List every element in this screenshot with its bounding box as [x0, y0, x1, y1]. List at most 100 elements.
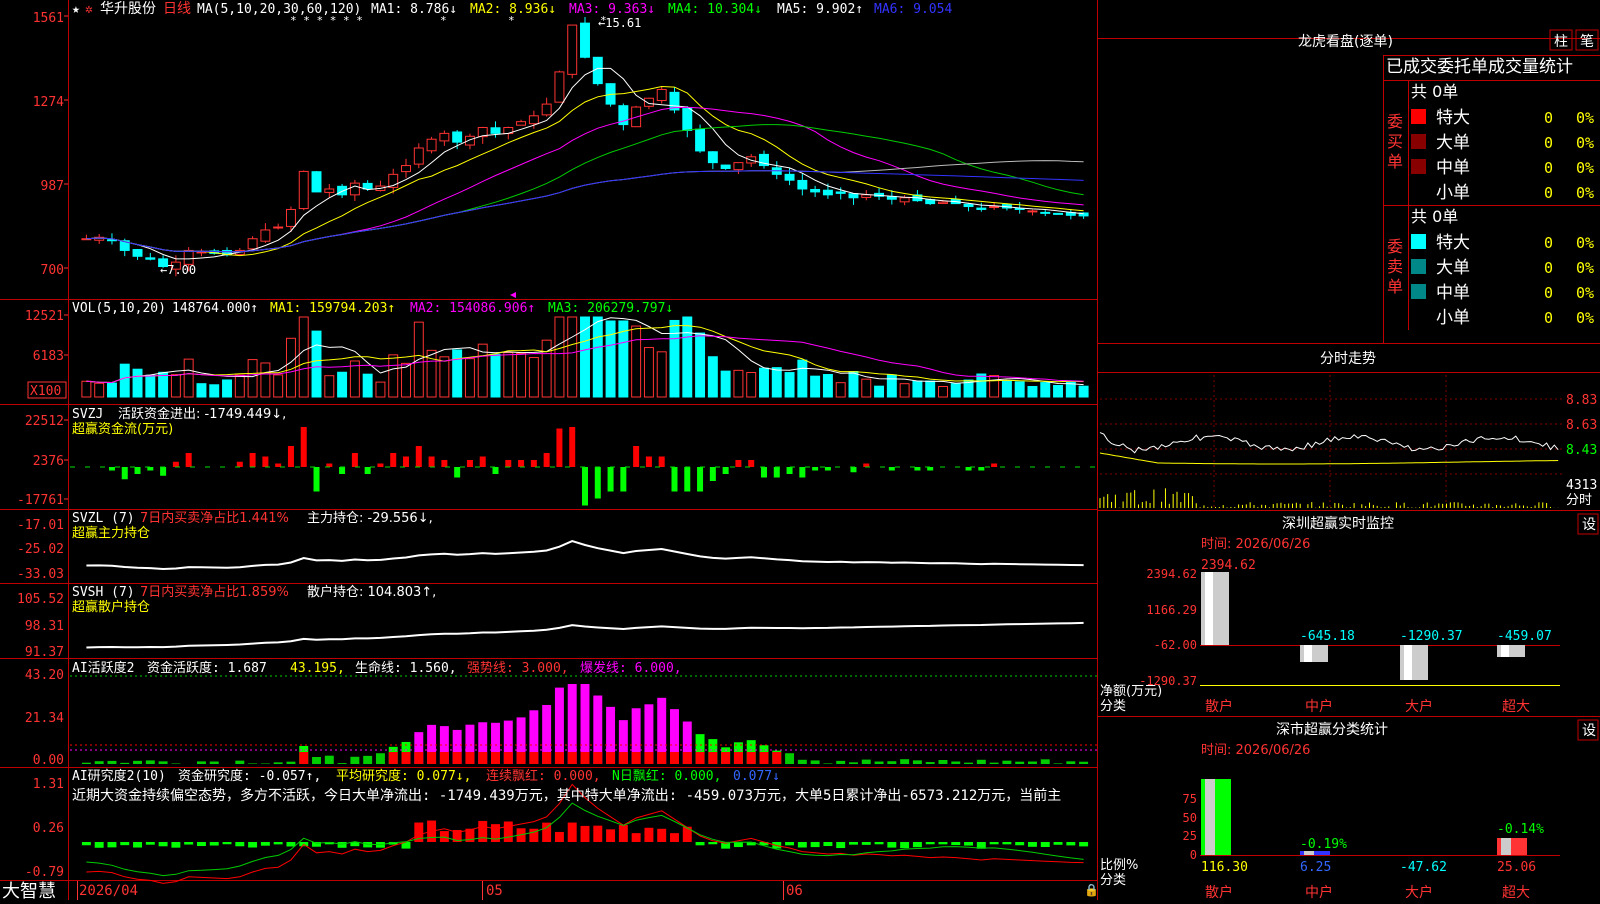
bar-mode-label: 柱 — [1554, 34, 1568, 50]
intraday-grid — [1100, 375, 1564, 508]
svzj-bar — [608, 467, 614, 492]
candle-body — [325, 189, 334, 192]
svzj-bar — [160, 467, 166, 476]
candle-body — [708, 152, 717, 163]
svzj-bar — [582, 467, 588, 506]
ai1-axis-label: 0.00 — [33, 753, 64, 768]
ratio-value-label: 116.30 — [1201, 860, 1248, 875]
svzj-bar — [684, 467, 690, 492]
vol-value: 148764.000↑ — [172, 301, 258, 316]
ai-activity-base — [619, 752, 628, 764]
ai1-header: AI活跃度2 资金活跃度: 1.687 43.195, 生命线: 1.560, … — [72, 660, 682, 676]
candle-body — [696, 129, 705, 151]
volume-bar — [581, 317, 590, 397]
ai-research-bar — [82, 842, 91, 845]
vol-axis-label: 12521 — [25, 309, 64, 324]
net-value-label: -459.07 — [1497, 629, 1552, 644]
ai1-label: AI活跃度2 — [72, 660, 134, 676]
svg-text:卖: 卖 — [1387, 257, 1403, 276]
volume-bar — [529, 358, 538, 397]
order-row-count: 0 — [1544, 284, 1553, 302]
ai-activity-bar — [95, 761, 104, 764]
ai-activity-base — [760, 752, 769, 764]
volume-bars — [82, 317, 1088, 397]
ai-research-bar — [644, 828, 653, 842]
svzj-bar — [659, 457, 665, 468]
volume-bar — [1015, 382, 1024, 397]
candle-body — [363, 183, 372, 189]
net-value-label: -1290.37 — [1400, 629, 1463, 644]
candle-body — [939, 202, 948, 203]
ai-activity-bar — [171, 763, 180, 764]
volume-bar — [849, 372, 858, 397]
ai-activity-bar — [350, 757, 359, 764]
ma3-value: MA3: 9.363↓ — [569, 2, 655, 17]
stats-tabs[interactable]: 已成交委托单成交量统计 — [1386, 57, 1573, 77]
order-row-count: 0 — [1544, 109, 1553, 127]
pin-icon[interactable]: ✲ — [85, 2, 93, 17]
lock-icon[interactable]: 🔒 — [1084, 883, 1099, 897]
ai-activity-bar — [325, 756, 334, 764]
svzj-bar — [301, 427, 307, 467]
svzj-bar — [352, 453, 358, 467]
net-axis-label: 1166.29 — [1146, 603, 1197, 617]
svsh-subtitle: 超赢散户持仓 — [72, 599, 150, 615]
order-row-label: 特大 — [1436, 233, 1470, 253]
intraday-axis-label: 4313 — [1566, 478, 1597, 493]
intraday-chart — [1100, 433, 1558, 508]
volume-bar — [977, 374, 986, 397]
volume-bar — [568, 317, 577, 397]
vol-ma1: MA1: 159794.203↑ — [270, 301, 395, 316]
ai-activity-bar — [1041, 759, 1050, 764]
ratio-axis-label: 50 — [1183, 811, 1197, 825]
net-axis-label: -62.00 — [1154, 638, 1197, 652]
sell-group-label: 委 卖 单 — [1387, 237, 1403, 296]
volume-bar — [644, 348, 653, 397]
ai-activity-base — [721, 752, 730, 764]
order-row-label: 特大 — [1436, 108, 1470, 128]
category-label: 中户 — [1305, 698, 1333, 715]
volume-bar — [632, 326, 641, 397]
volume-bar — [670, 320, 679, 397]
svzj-bar — [595, 467, 601, 499]
svg-text:委: 委 — [1387, 112, 1403, 131]
ai-activity-base — [414, 752, 423, 764]
volume-bar — [210, 385, 219, 397]
period-label[interactable]: 日线 — [163, 1, 191, 17]
ratio-bars: 116.306.25-0.19%-47.6225.06-0.14% — [1201, 779, 1544, 875]
candle-body — [683, 109, 692, 131]
ai-research-bar — [798, 842, 807, 848]
svzj-bar — [966, 467, 972, 471]
candle-body — [248, 239, 257, 249]
volume-bar — [747, 373, 756, 397]
price-axis-label: 1274 — [33, 95, 64, 110]
order-color-swatch — [1411, 134, 1426, 149]
candle-body — [274, 227, 283, 228]
ai-activity-base — [427, 752, 436, 764]
volume-bar — [248, 360, 257, 397]
svsh-axis-label: 91.37 — [25, 645, 64, 660]
svzj-bar — [416, 446, 422, 467]
low-price-marker: ←7.00 — [160, 263, 196, 277]
order-row-label: 小单 — [1436, 183, 1470, 203]
ai-activity-bar — [823, 763, 832, 764]
ai-research-bar — [95, 842, 104, 848]
candle-body — [977, 208, 986, 209]
order-row-percent: 0% — [1576, 309, 1594, 327]
net-value-label: 2394.62 — [1201, 558, 1256, 573]
date-label: 05 — [486, 883, 503, 899]
ai-activity-base — [491, 752, 500, 764]
candle-body — [734, 163, 743, 170]
axis-ticks — [64, 16, 68, 499]
svzj-bar — [697, 467, 703, 492]
volume-bar — [504, 353, 513, 397]
ai-activity-bar — [887, 761, 896, 764]
svzj-bar — [774, 467, 780, 478]
ai-activity-base — [517, 752, 526, 764]
ai1-axis-label: 21.34 — [25, 711, 64, 726]
star-icon[interactable]: ★ — [72, 2, 80, 17]
intraday-axis-label: 分时 — [1566, 493, 1592, 508]
volume-bar — [593, 317, 602, 397]
volume-bar — [299, 317, 308, 397]
order-row-percent: 0% — [1576, 259, 1594, 277]
